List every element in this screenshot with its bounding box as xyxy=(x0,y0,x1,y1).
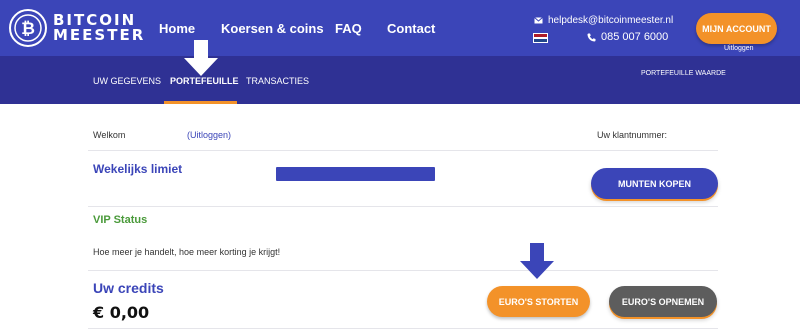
sub-nav-bar: UW GEGEVENS PORTEFEUILLE TRANSACTIES POR… xyxy=(0,56,800,104)
logout-link[interactable]: (Uitloggen) xyxy=(187,130,231,140)
email-text: helpdesk@bitcoinmeester.nl xyxy=(548,15,674,26)
customer-number-label: Uw klantnummer: xyxy=(597,130,668,140)
nav-koersen[interactable]: Koersen & coins xyxy=(221,21,324,36)
buy-coins-button[interactable]: MUNTEN KOPEN xyxy=(591,168,718,199)
nav-faq[interactable]: FAQ xyxy=(335,21,362,36)
logo[interactable]: ₿ BITCOIN MEESTER xyxy=(8,8,145,48)
arrow-down-icon xyxy=(184,40,218,76)
tab-transacties[interactable]: TRANSACTIES xyxy=(246,76,309,86)
deposit-euros-button[interactable]: EURO'S STORTEN xyxy=(487,286,590,317)
divider xyxy=(88,270,718,271)
nav-contact[interactable]: Contact xyxy=(387,21,435,36)
weekly-limit-bar xyxy=(276,167,435,181)
vip-status-text: Hoe meer je handelt, hoe meer korting je… xyxy=(93,247,281,257)
phone-icon xyxy=(587,33,596,41)
credits-value: € 0,00 xyxy=(93,303,150,322)
svg-text:₿: ₿ xyxy=(21,19,35,39)
contact-email[interactable]: helpdesk@bitcoinmeester.nl xyxy=(534,15,673,26)
active-tab-indicator xyxy=(164,101,237,104)
my-account-button[interactable]: MIJN ACCOUNT xyxy=(696,13,777,44)
bitcoin-logo-icon: ₿ xyxy=(9,9,47,47)
divider xyxy=(88,328,718,329)
contact-phone[interactable]: 085 007 6000 xyxy=(587,31,668,43)
divider xyxy=(88,206,718,207)
flag-nl-icon[interactable] xyxy=(533,33,548,43)
tab-uw-gegevens[interactable]: UW GEGEVENS xyxy=(93,76,161,86)
arrow-down-icon xyxy=(520,243,554,279)
divider xyxy=(88,150,718,151)
vip-status-title: VIP Status xyxy=(93,214,148,226)
brand-name: BITCOIN MEESTER xyxy=(53,13,145,43)
welcome-label: Welkom xyxy=(93,130,126,140)
nav-home[interactable]: Home xyxy=(159,21,195,36)
logout-link-header[interactable]: Uitloggen xyxy=(724,45,754,52)
withdraw-euros-button[interactable]: EURO'S OPNEMEN xyxy=(609,286,717,317)
phone-text: 085 007 6000 xyxy=(601,31,669,43)
brand-line2: MEESTER xyxy=(53,26,146,44)
envelope-icon xyxy=(534,17,543,24)
weekly-limit-title: Wekelijks limiet xyxy=(93,162,183,176)
portefeuille-waarde-label: PORTEFEUILLE WAARDE xyxy=(641,70,726,77)
top-header: ₿ BITCOIN MEESTER Home Koersen & coins F… xyxy=(0,0,800,56)
credits-title: Uw credits xyxy=(93,280,164,296)
